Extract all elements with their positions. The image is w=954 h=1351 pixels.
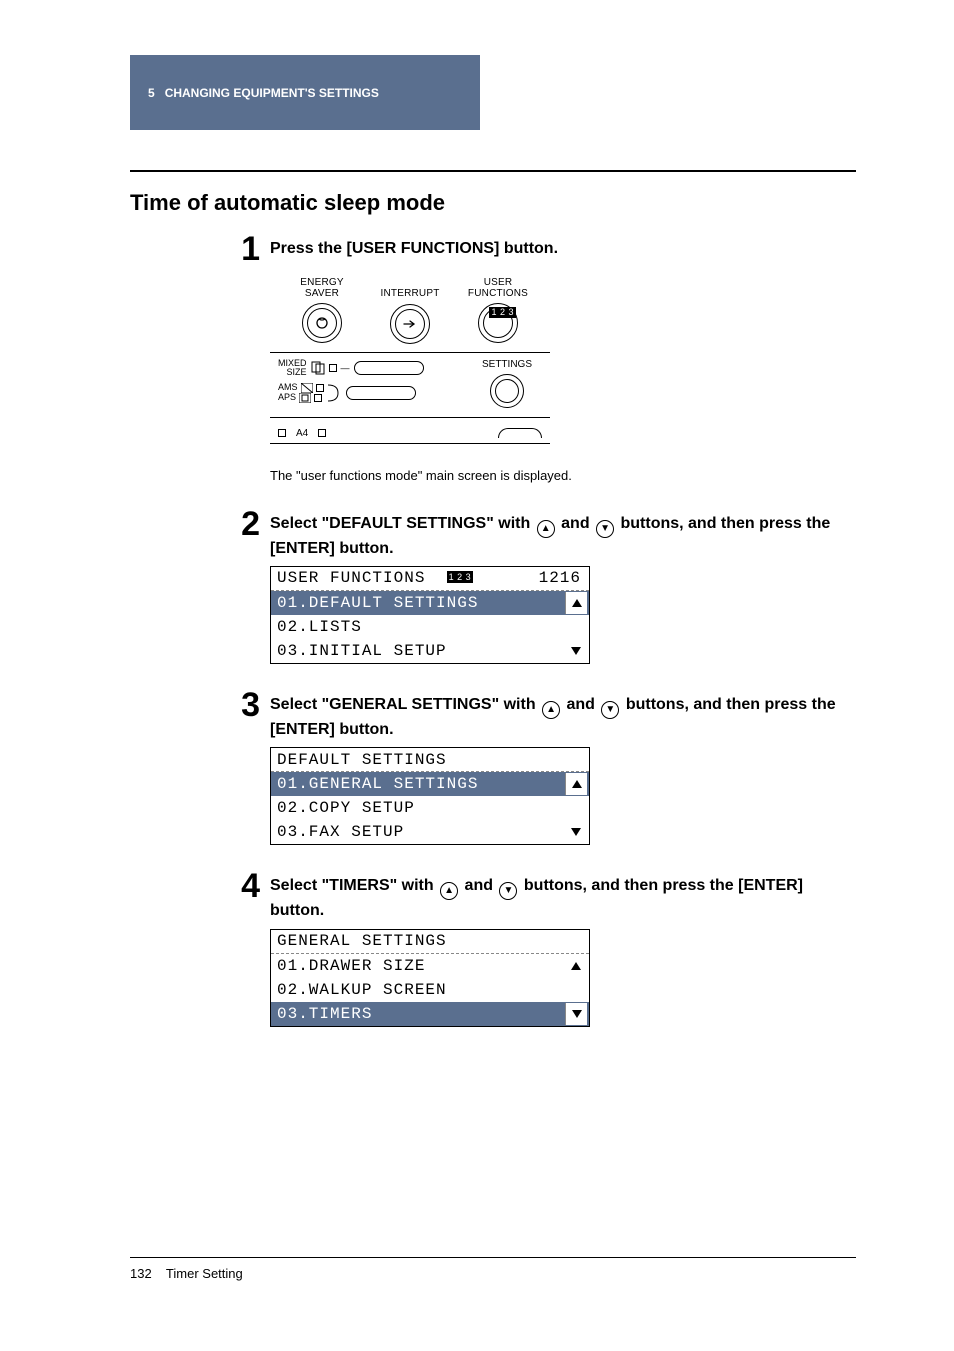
up-arrow-icon: ▲ <box>537 520 555 538</box>
label-aps: APS <box>278 393 296 403</box>
footer-label: Timer Setting <box>166 1266 243 1281</box>
section-title: Time of automatic sleep mode <box>130 190 856 216</box>
label-user-functions: USER FUNCTIONS <box>454 278 542 299</box>
user-functions-button[interactable]: 1 2 3 <box>478 303 518 343</box>
lcd3-title: DEFAULT SETTINGS <box>277 751 587 769</box>
mixed-size-icon <box>311 361 325 375</box>
ams-icon <box>301 383 313 393</box>
step-number-4: 4 <box>226 869 260 903</box>
down-arrow-icon: ▼ <box>499 882 517 900</box>
interrupt-button[interactable] <box>390 304 430 344</box>
indicator-led <box>318 429 326 437</box>
control-panel-figure: ENERGY SAVER INTERRUPT <box>270 272 856 444</box>
chapter-title: CHANGING EQUIPMENT'S SETTINGS <box>165 86 379 100</box>
indicator-led <box>314 394 322 402</box>
tray-icon <box>498 428 542 438</box>
bracket-icon <box>328 383 342 403</box>
lcd-screen-step3: DEFAULT SETTINGS 01.GENERAL SETTINGS 02.… <box>270 747 590 845</box>
menu-item[interactable]: 03.TIMERS <box>277 1005 565 1023</box>
label-ams: AMS <box>278 383 298 393</box>
lcd-screen-step2: USER FUNCTIONS 1 2 3 1216 01.DEFAULT SET… <box>270 566 590 664</box>
menu-item[interactable]: 01.GENERAL SETTINGS <box>277 775 565 793</box>
step1-caption: The "user functions mode" main screen is… <box>270 468 856 483</box>
label-interrupt: INTERRUPT <box>366 289 454 300</box>
badge-123-icon: 1 2 3 <box>447 571 474 583</box>
label-mixed-size: MIXED SIZE <box>278 359 307 377</box>
rule-top <box>130 170 856 172</box>
up-arrow-icon: ▲ <box>542 701 560 719</box>
pill-button[interactable] <box>354 361 424 375</box>
step-text-1: Press the [USER FUNCTIONS] button. <box>270 232 558 260</box>
indicator-led <box>329 364 337 372</box>
lcd-screen-step4: GENERAL SETTINGS 01.DRAWER SIZE 02.WALKU… <box>270 929 590 1027</box>
lcd2-clock: 1216 <box>539 569 587 587</box>
page-footer: 132 Timer Setting <box>130 1257 856 1281</box>
menu-item[interactable]: 03.FAX SETUP <box>277 823 565 841</box>
interrupt-icon <box>402 316 418 332</box>
menu-item[interactable]: 03.INITIAL SETUP <box>277 642 565 660</box>
label-settings: SETTINGS <box>472 359 542 370</box>
indicator-led <box>316 384 324 392</box>
triangle-up-icon <box>570 961 582 971</box>
page-number: 132 <box>130 1266 152 1281</box>
badge-123-icon: 1 2 3 <box>489 307 516 318</box>
step-text-3: Select "GENERAL SETTINGS" with ▲ and ▼ b… <box>270 688 856 741</box>
step-text-4: Select "TIMERS" with ▲ and ▼ buttons, an… <box>270 869 856 922</box>
menu-item[interactable]: 02.LISTS <box>277 618 565 636</box>
down-arrow-icon: ▼ <box>596 520 614 538</box>
menu-item[interactable]: 01.DEFAULT SETTINGS <box>277 594 565 612</box>
triangle-up-icon <box>571 598 583 608</box>
triangle-down-icon <box>570 646 582 656</box>
chapter-num: 5 <box>148 86 155 100</box>
step-number-3: 3 <box>226 688 260 722</box>
aps-icon <box>299 393 311 403</box>
menu-item[interactable]: 01.DRAWER SIZE <box>277 957 565 975</box>
step-text-2: Select "DEFAULT SETTINGS" with ▲ and ▼ b… <box>270 507 856 560</box>
pill-button[interactable] <box>346 386 416 400</box>
label-energy-saver: ENERGY SAVER <box>278 278 366 299</box>
power-icon <box>314 315 330 331</box>
triangle-down-icon <box>570 827 582 837</box>
energy-saver-button[interactable] <box>302 303 342 343</box>
step-number-2: 2 <box>226 507 260 541</box>
lcd4-title: GENERAL SETTINGS <box>277 932 587 950</box>
menu-item[interactable]: 02.COPY SETUP <box>277 799 565 817</box>
triangle-up-icon <box>571 779 583 789</box>
step-number-1: 1 <box>226 232 260 266</box>
settings-button[interactable] <box>490 374 524 408</box>
indicator-led <box>278 429 286 437</box>
menu-item[interactable]: 02.WALKUP SCREEN <box>277 981 565 999</box>
chapter-header: 5 CHANGING EQUIPMENT'S SETTINGS <box>130 55 480 130</box>
lcd2-title: USER FUNCTIONS <box>277 569 425 587</box>
up-arrow-icon: ▲ <box>440 882 458 900</box>
label-a4: A4 <box>296 428 308 439</box>
down-arrow-icon: ▼ <box>601 701 619 719</box>
triangle-down-icon <box>571 1009 583 1019</box>
